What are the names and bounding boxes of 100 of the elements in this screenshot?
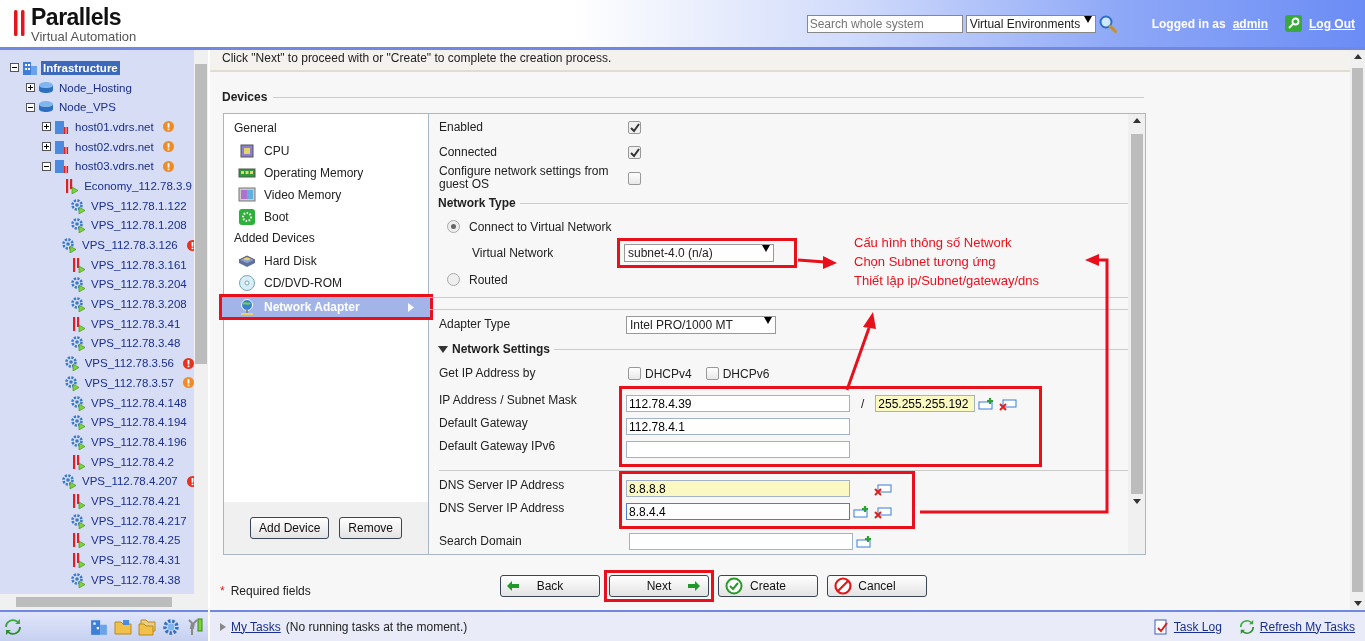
- tree-item[interactable]: VPS_112.78.3.204: [89, 277, 189, 292]
- search-field[interactable]: Search whole system: [806, 14, 963, 33]
- tree-item[interactable]: VPS_112.78.3.41: [89, 316, 183, 331]
- radio-button[interactable]: [447, 220, 460, 233]
- product-name: Virtual Automation: [31, 29, 137, 44]
- tree-item[interactable]: VPS_112.78.3.57: [82, 375, 176, 390]
- tree-item[interactable]: VPS_112.78.3.126: [80, 238, 180, 253]
- folder-icon[interactable]: [114, 617, 132, 636]
- device-item[interactable]: Boot: [224, 206, 428, 228]
- network-dropdown[interactable]: subnet-4.0 (n/a): [624, 244, 774, 262]
- expander-icon[interactable]: [42, 142, 51, 152]
- refresh-icon[interactable]: [4, 617, 22, 636]
- expander-icon[interactable]: [10, 63, 19, 73]
- tree-item[interactable]: host01.vdrs.net: [73, 119, 156, 134]
- key-icon[interactable]: [1285, 15, 1302, 32]
- checkbox[interactable]: [628, 146, 641, 159]
- device-item[interactable]: Operating Memory: [224, 162, 428, 184]
- expand-arrow-icon[interactable]: [220, 622, 226, 631]
- tree-item[interactable]: VPS_112.78.4.38: [89, 572, 183, 587]
- my-tasks-link[interactable]: My Tasks: [231, 619, 281, 634]
- tree-item[interactable]: VPS_112.78.4.21: [89, 493, 183, 508]
- tree-item[interactable]: VPS_112.78.4.196: [89, 434, 189, 449]
- field-label: Adapter Type: [439, 318, 512, 331]
- tree-item[interactable]: host03.vdrs.net: [73, 159, 156, 174]
- next-button[interactable]: Next: [609, 575, 709, 597]
- tree-item[interactable]: VPS_112.78.3.208: [89, 297, 189, 312]
- input-field[interactable]: 112.78.4.39: [626, 395, 850, 412]
- tree-item[interactable]: Infrastructure: [41, 60, 120, 75]
- tree-item[interactable]: VPS_112.78.3.161: [89, 257, 189, 272]
- clipboard-check-icon[interactable]: [1152, 618, 1169, 635]
- device-item[interactable]: CD/DVD-ROM: [224, 272, 428, 294]
- checkbox[interactable]: [628, 121, 641, 134]
- remove-field-icon[interactable]: [999, 396, 1018, 411]
- radio-button[interactable]: [447, 273, 460, 286]
- tree-item[interactable]: VPS_112.78.4.31: [89, 553, 183, 568]
- task-log-link[interactable]: Task Log: [1173, 619, 1222, 634]
- input-field[interactable]: 112.78.4.1: [626, 418, 850, 435]
- input-field[interactable]: [629, 533, 853, 550]
- horizontal-scrollbar[interactable]: [0, 594, 208, 610]
- scope-dropdown[interactable]: Virtual Environments: [965, 14, 1096, 33]
- tree-item[interactable]: VPS_112.78.4.194: [89, 415, 189, 430]
- remove-field-icon[interactable]: [874, 481, 892, 496]
- caret-icon[interactable]: [762, 245, 770, 252]
- expander-icon[interactable]: [42, 122, 51, 132]
- vertical-scrollbar[interactable]: [1128, 114, 1145, 554]
- tree-item[interactable]: VPS_112.78.1.208: [89, 218, 189, 233]
- tools-icon[interactable]: [186, 617, 204, 636]
- check-icon: [725, 577, 743, 595]
- input-field[interactable]: 8.8.4.4: [626, 503, 850, 520]
- collapse-icon[interactable]: [438, 345, 448, 353]
- create-button[interactable]: Create: [718, 575, 818, 597]
- expander-icon[interactable]: [26, 83, 35, 93]
- checkbox[interactable]: [628, 367, 641, 380]
- tree-item[interactable]: VPS_112.78.4.2: [89, 454, 176, 469]
- gear-play-icon: [61, 473, 77, 490]
- input-field[interactable]: 255.255.255.192: [875, 395, 976, 412]
- tree-item[interactable]: VPS_112.78.3.56: [82, 356, 176, 371]
- caret-icon[interactable]: [764, 316, 772, 324]
- refresh-icon[interactable]: [1238, 618, 1255, 635]
- buildings-icon[interactable]: [90, 617, 108, 636]
- checkbox[interactable]: [628, 171, 641, 185]
- tree-item[interactable]: VPS_112.78.3.48: [89, 336, 183, 351]
- refresh-tasks-link[interactable]: Refresh My Tasks: [1259, 619, 1355, 634]
- vertical-scrollbar[interactable]: [1350, 50, 1365, 610]
- device-button[interactable]: Remove: [339, 517, 403, 539]
- tree-item[interactable]: VPS_112.78.4.217: [89, 513, 189, 528]
- tree-item[interactable]: VPS_112.78.4.207: [80, 474, 180, 489]
- field-label: Default Gateway: [439, 415, 529, 432]
- tree-item[interactable]: Node_VPS: [57, 100, 118, 115]
- expander-icon[interactable]: [26, 102, 35, 112]
- remove-field-icon[interactable]: [874, 504, 892, 519]
- gear-play-icon: [61, 237, 77, 254]
- expander-icon[interactable]: [42, 161, 51, 171]
- pause-play-icon: [63, 177, 80, 194]
- adapter-dropdown[interactable]: Intel PRO/1000 MT: [626, 315, 776, 334]
- tree-item[interactable]: host02.vdrs.net: [73, 139, 156, 154]
- add-field-icon[interactable]: [856, 534, 874, 549]
- caret-icon[interactable]: [1083, 15, 1092, 23]
- back-button[interactable]: Back: [500, 575, 600, 597]
- search-icon[interactable]: [1098, 14, 1117, 33]
- input-field[interactable]: [626, 441, 850, 458]
- tree-item[interactable]: Node_Hosting: [57, 80, 134, 95]
- tree-item[interactable]: Economy_112.78.3.9: [82, 178, 194, 193]
- group-heading: General: [233, 120, 278, 137]
- vertical-scrollbar[interactable]: [194, 50, 208, 594]
- logo-bars-icon: [14, 9, 26, 36]
- add-field-icon[interactable]: [853, 504, 871, 519]
- device-item[interactable]: CPU: [224, 140, 428, 162]
- input-field[interactable]: 8.8.8.8: [626, 480, 850, 497]
- annotation-text: Thiết lập ip/Subnet/gateway/dns: [854, 272, 1039, 290]
- tree-item[interactable]: VPS_112.78.4.25: [89, 533, 183, 548]
- cancel-button[interactable]: Cancel: [827, 575, 927, 597]
- device-button[interactable]: Add Device: [249, 517, 330, 539]
- tree-item[interactable]: VPS_112.78.4.148: [89, 395, 189, 410]
- device-item[interactable]: Video Memory: [224, 184, 428, 206]
- settings-icon[interactable]: [162, 617, 180, 636]
- checkbox[interactable]: [705, 367, 719, 380]
- tree-item[interactable]: VPS_112.78.1.122: [89, 198, 189, 213]
- folders-icon[interactable]: [138, 617, 156, 636]
- device-item[interactable]: Hard Disk: [224, 250, 428, 272]
